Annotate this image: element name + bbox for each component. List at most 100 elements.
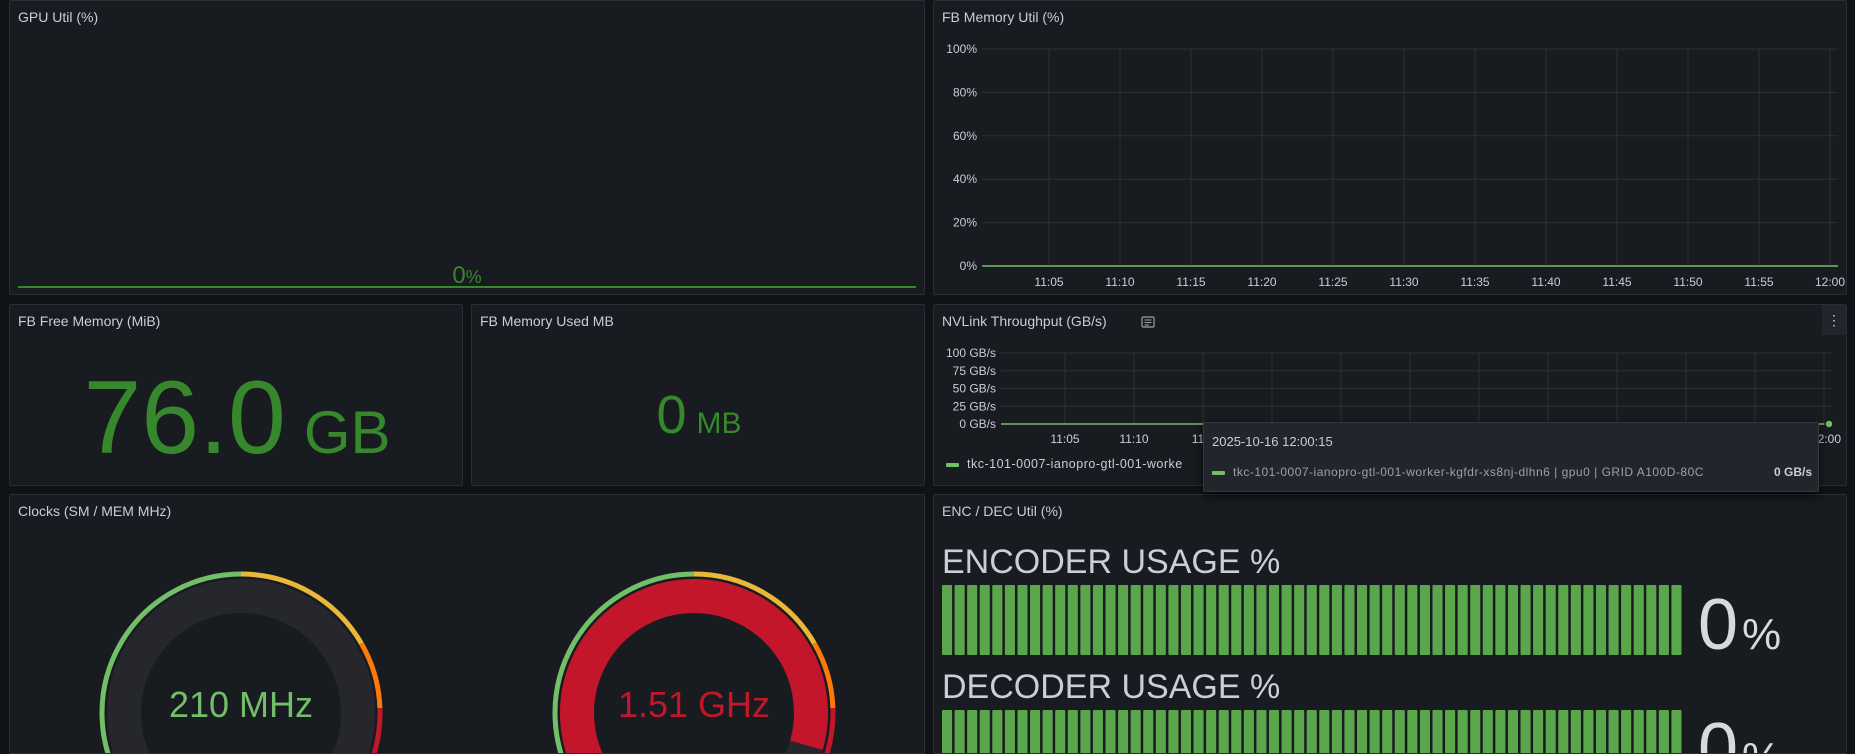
decoder-bar-cell bbox=[1306, 710, 1317, 753]
decoder-bar-cell bbox=[954, 710, 965, 753]
x-tick-label: 12:00 bbox=[1815, 275, 1845, 289]
encoder-bar-cell bbox=[942, 585, 953, 655]
panel-fb-memory-util: FB Memory Util (%) 100% 80% 60% 40% 20% 0% 11:… bbox=[933, 0, 1847, 295]
encoder-bar-cell bbox=[1407, 585, 1418, 655]
decoder-bar-cell bbox=[1130, 710, 1141, 753]
decoder-bar-cell bbox=[1193, 710, 1204, 753]
decoder-bar-cell bbox=[1080, 710, 1091, 753]
x-tick-label: 11:25 bbox=[1318, 275, 1347, 289]
decoder-bar-cell bbox=[1268, 710, 1280, 753]
x-tick-label: 11:10 bbox=[1105, 275, 1134, 289]
decoder-bar-cell bbox=[1595, 710, 1607, 753]
decoder-bar-cell bbox=[1256, 710, 1267, 753]
tooltip-series-name: tkc-101-0007-ianopro-gtl-001-worker-kgfd… bbox=[1233, 465, 1704, 479]
decoder-value: 0 bbox=[1698, 709, 1738, 754]
mem-clock-value: 1.51 GHz bbox=[618, 684, 770, 725]
decoder-bar-cell bbox=[1168, 710, 1179, 753]
decoder-bar-cell bbox=[967, 710, 978, 753]
fb-free-unit: GB bbox=[304, 399, 391, 466]
encoder-bar-cell bbox=[1520, 585, 1531, 655]
decoder-bar-cell bbox=[1206, 710, 1217, 753]
decoder-bar-cell bbox=[1419, 710, 1430, 753]
y-tick-label: 20% bbox=[953, 216, 977, 230]
y-tick-label: 0% bbox=[960, 259, 978, 273]
encoder-bar-cell bbox=[1419, 585, 1430, 655]
decoder-unit: % bbox=[1742, 734, 1781, 754]
x-tick-label: 11:45 bbox=[1602, 275, 1631, 289]
decoder-bar-cell bbox=[1231, 710, 1242, 753]
decoder-bar-cell bbox=[1545, 710, 1556, 753]
y-tick-label: 40% bbox=[953, 172, 977, 186]
decoder-bar-cell bbox=[1319, 710, 1330, 753]
tooltip-value: 0 GB/s bbox=[1773, 465, 1812, 479]
encoder-bar-cell bbox=[967, 585, 978, 655]
encoder-bar-cell bbox=[1482, 585, 1493, 655]
decoder-bar-cell bbox=[1017, 710, 1028, 753]
y-tick-label: 100% bbox=[946, 42, 977, 56]
panel-enc-dec-util: ENC / DEC Util (%) ENCODER USAGE % 0% DE… bbox=[933, 494, 1847, 754]
encoder-bar-cell bbox=[1256, 585, 1267, 655]
gpu-util-value: 0 bbox=[452, 262, 465, 289]
decoder-bar-cell bbox=[1658, 710, 1669, 753]
decoder-bar-cell bbox=[1155, 710, 1166, 753]
encoder-bar-cell bbox=[1168, 585, 1179, 655]
x-tick-label: 11:15 bbox=[1176, 275, 1205, 289]
svg-text:0%: 0% bbox=[1698, 585, 1781, 665]
decoder-bar-cell bbox=[1558, 710, 1569, 753]
decoder-bar-cell bbox=[1457, 710, 1468, 753]
legend-label: tkc-101-0007-ianopro-gtl-001-worke bbox=[967, 457, 1183, 471]
encoder-bar-cell bbox=[1155, 585, 1166, 655]
encoder-bar-cell bbox=[1218, 585, 1229, 655]
encoder-bar-cell bbox=[954, 585, 965, 655]
mem-gauge-value-arc bbox=[560, 579, 828, 753]
decoder-bar-cell bbox=[1218, 710, 1229, 753]
decoder-bar-cell bbox=[1583, 710, 1594, 753]
enc-dec-bargauges: ENCODER USAGE % 0% DECODER USAGE % 0% bbox=[942, 543, 1781, 754]
hover-point bbox=[1824, 419, 1834, 429]
decoder-bar-cell bbox=[1004, 710, 1015, 753]
encoder-bar-cell bbox=[1382, 585, 1393, 655]
decoder-bar-cell bbox=[1633, 710, 1644, 753]
panel-clocks: Clocks (SM / MEM MHz) 210 MHz 1.51 GHz bbox=[9, 494, 925, 754]
panel-fb-memory-used: FB Memory Used MB 0 MB bbox=[471, 304, 925, 486]
encoder-bar-cell bbox=[1042, 585, 1053, 655]
encoder-bar-cell bbox=[1457, 585, 1468, 655]
decoder-bar-cell bbox=[1570, 710, 1581, 753]
decoder-bar-cell bbox=[1533, 710, 1544, 753]
decoder-bar-cell bbox=[1608, 710, 1619, 753]
nvlink-legend-item[interactable]: tkc-101-0007-ianopro-gtl-001-worke bbox=[946, 457, 1183, 471]
encoder-bar-cell bbox=[1445, 585, 1456, 655]
encoder-bar-cell bbox=[979, 585, 990, 655]
x-tick-label: 11:40 bbox=[1531, 275, 1560, 289]
fb-memory-util-chart[interactable]: 100% 80% 60% 40% 20% 0% 11:05 11:10 11:15 11:20 11… bbox=[934, 1, 1847, 295]
decoder-bar-cell bbox=[1394, 710, 1405, 753]
encoder-bar-cell bbox=[1017, 585, 1028, 655]
y-tick-label: 50 GB/s bbox=[953, 382, 996, 396]
y-tick-label: 100 GB/s bbox=[946, 346, 996, 360]
tooltip-time: 2025-10-16 12:00:15 bbox=[1212, 434, 1333, 449]
svg-text:0MB: 0 MB bbox=[656, 385, 741, 445]
encoder-bar-cell bbox=[1294, 585, 1305, 655]
decoder-bar-cell bbox=[1621, 710, 1632, 753]
encoder-bar-cell bbox=[1306, 585, 1317, 655]
decoder-bar-cell bbox=[1357, 710, 1368, 753]
svg-text:0%: 0% bbox=[1698, 709, 1781, 754]
clocks-gauges: 210 MHz 1.51 GHz bbox=[99, 571, 836, 753]
y-tick-label: 0 GB/s bbox=[959, 417, 996, 431]
encoder-bar-cell bbox=[1633, 585, 1644, 655]
y-tick-label: 25 GB/s bbox=[953, 399, 996, 413]
x-tick-label: 11:30 bbox=[1389, 275, 1418, 289]
encoder-bar-cell bbox=[1646, 585, 1657, 655]
x-tick-label: 11:05 bbox=[1050, 432, 1079, 446]
encoder-bar-cell bbox=[1507, 585, 1519, 655]
sm-gauge-track bbox=[107, 579, 375, 753]
encoder-bar-cell bbox=[1067, 585, 1078, 655]
decoder-bar-cell bbox=[1143, 710, 1154, 753]
x-tick-label: 11:55 bbox=[1744, 275, 1773, 289]
fb-free-stat: 76.0 GB bbox=[83, 360, 391, 476]
decoder-bar-cell bbox=[1281, 710, 1292, 753]
decoder-bar-cell bbox=[1118, 710, 1129, 753]
encoder-bar-cell bbox=[1470, 585, 1481, 655]
decoder-bar-cell bbox=[1180, 710, 1192, 753]
encoder-bar-cell bbox=[1545, 585, 1556, 655]
